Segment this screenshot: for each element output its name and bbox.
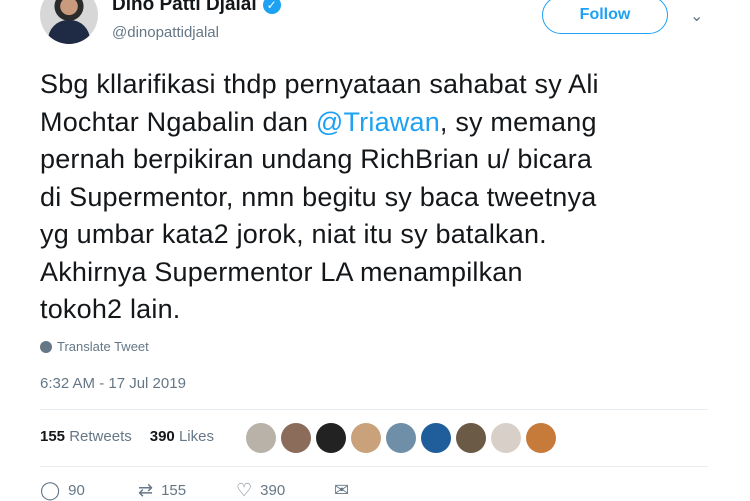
divider [40, 409, 708, 410]
message-button[interactable]: ✉ [334, 480, 432, 501]
tweet-stats: 155 Retweets 390 Likes [40, 428, 214, 445]
likes-label: Likes [178, 428, 214, 445]
verified-icon: ✓ [262, 0, 281, 14]
liker-avatar[interactable] [316, 423, 346, 453]
likes-count: 390 [149, 428, 175, 445]
retweets-count: 155 [40, 428, 66, 445]
reply-button[interactable]: ◯ 90 [40, 480, 138, 501]
heart-icon: ♡ [236, 480, 253, 500]
display-name[interactable]: Dino Patti Djalal ✓ [112, 0, 281, 16]
display-name-text[interactable]: Dino Patti Djalal [112, 0, 257, 16]
retweet-icon: ⇄ [138, 480, 154, 500]
liker-avatar[interactable] [281, 423, 311, 453]
reply-icon: ◯ [40, 480, 61, 500]
chevron-down-icon[interactable]: ⌄ [690, 6, 703, 26]
mail-icon: ✉ [334, 480, 350, 500]
likes-stat[interactable]: 390 Likes [150, 428, 214, 445]
liker-avatar[interactable] [386, 423, 416, 453]
liker-avatar[interactable] [526, 423, 556, 453]
follow-button[interactable]: Follow [542, 0, 668, 34]
liker-avatar[interactable] [351, 423, 381, 453]
divider [40, 466, 708, 467]
globe-icon [40, 340, 52, 353]
tweet-timestamp[interactable]: 6:32 AM - 17 Jul 2019 [40, 375, 186, 392]
avatar[interactable] [40, 0, 98, 44]
tweet-text: Sbg kllarifikasi thdp pernyataan sahabat… [40, 66, 730, 329]
liker-avatar[interactable] [421, 423, 451, 453]
retweets-stat[interactable]: 155 Retweets [40, 428, 132, 445]
like-count: 390 [260, 482, 286, 499]
translate-label: Translate Tweet [57, 339, 149, 354]
retweets-label: Retweets [69, 428, 132, 445]
reply-count: 90 [68, 482, 85, 499]
translate-tweet-link[interactable]: Translate Tweet [40, 339, 149, 354]
retweet-count: 155 [161, 482, 187, 499]
liker-avatar[interactable] [456, 423, 486, 453]
like-button[interactable]: ♡ 390 [236, 480, 334, 501]
retweet-button[interactable]: ⇄ 155 [138, 480, 236, 501]
mention-link[interactable]: @Triawan [316, 107, 440, 137]
likers-avatars [246, 423, 556, 453]
tweet-text-part-2: , sy memang pernah berpikiran undang Ric… [40, 106, 597, 325]
user-handle[interactable]: @dinopattidjalal [112, 24, 219, 41]
liker-avatar[interactable] [491, 423, 521, 453]
tweet-actions: ◯ 90 ⇄ 155 ♡ 390 ✉ [40, 480, 432, 501]
liker-avatar[interactable] [246, 423, 276, 453]
